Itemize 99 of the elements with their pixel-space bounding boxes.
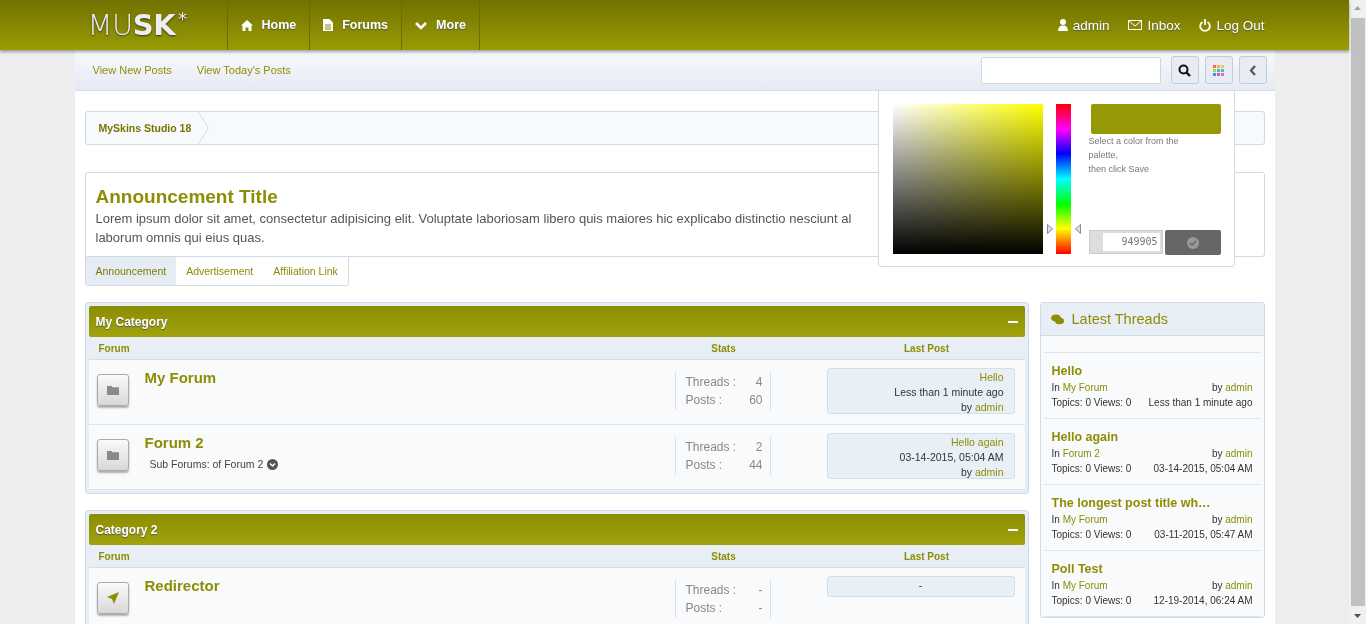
forum-link[interactable]: Forum 2 [1062,448,1100,459]
folder-icon [106,385,119,395]
logo[interactable]: MUSK$^{*}$ [74,0,227,50]
thread-time: Less than 1 minute ago [1148,396,1253,410]
in-label: In [1051,448,1060,459]
author-link[interactable]: admin [1225,448,1253,459]
user-link[interactable]: Inbox [1128,17,1181,33]
column-header: Last Post [903,550,950,562]
panel-title: Latest Threads [1071,311,1168,327]
announcement-text: Lorem ipsum dolor sit amet, consectetur adipisicing elit. Voluptate laboriosam libero quis maiores hic explicabo distinctio nesciunt al [95,210,852,228]
thread-stats: Topics: 0 Views: 0 [1051,594,1132,608]
user-icon [1057,19,1068,31]
search-button[interactable] [1170,56,1199,84]
stat-label: Threads : [685,582,738,599]
column-header: Stats [710,550,737,562]
collapse-button[interactable] [1238,56,1267,84]
stat-label: Posts : [685,392,724,409]
thread-title[interactable]: Hello again [1051,428,1253,446]
announcement-tab[interactable]: Advertisement [176,257,264,285]
thread-title[interactable]: The longest post title wh… [1051,494,1253,512]
by-label: by [1211,448,1223,459]
category-title[interactable]: My Category [95,314,168,329]
user-link[interactable]: Log Out [1199,17,1265,33]
check-circle-icon [1186,236,1199,249]
saturation-value-area[interactable] [892,104,1043,254]
author-link[interactable]: admin [974,401,1004,413]
sub-forums-text: Sub Forums: of Forum 2 [149,458,264,470]
last-post-box: - [826,576,1015,597]
in-label: In [1051,514,1060,525]
palette-button[interactable] [1204,56,1233,84]
forum-link[interactable]: My Forum [1062,580,1108,591]
search-icon [1178,63,1191,77]
sub-nav-link[interactable]: View New Posts [92,64,172,76]
forum-link[interactable]: My Forum [1062,514,1108,525]
save-button[interactable] [1164,230,1221,255]
column-header: Last Post [903,342,950,354]
author-link[interactable]: admin [974,466,1004,478]
chevron-left-icon [1248,64,1257,76]
announcement-text: laborum omnis qui eius quas. [95,229,265,247]
paper-plane-icon [106,592,119,604]
stat-value: - [757,600,763,617]
thread-stats: Topics: 0 Views: 0 [1051,528,1132,542]
thread-stats: Topics: 0 Views: 0 [1051,462,1132,476]
speech-bubbles-icon [1050,313,1064,325]
last-post-time: Less than 1 minute ago [894,385,1004,400]
sub-nav-link[interactable]: View Today's Posts [196,64,291,76]
folder-icon [106,450,119,460]
forum-link[interactable]: My Forum [1062,382,1108,393]
category-title[interactable]: Category 2 [95,522,158,537]
by-label: by [1211,382,1223,393]
author-link[interactable]: admin [1225,514,1253,525]
thread-title[interactable]: Poll Test [1051,560,1253,578]
stat-label: Posts : [685,457,724,474]
column-header: Forum [97,342,131,354]
stat-label: Posts : [685,600,724,617]
document-icon [323,19,334,31]
chevron-down-icon [415,20,428,30]
announcement-title: Announcement Title [95,185,279,209]
last-post-title[interactable]: Hello again [950,435,1004,450]
stat-value: 4 [754,374,763,391]
author-link[interactable]: admin [1225,382,1253,393]
breadcrumb-link[interactable]: MySkins Studio 18 [85,112,192,144]
hex-input-field[interactable]: 949905 [1088,230,1163,254]
color-grid-icon [1213,64,1224,76]
search-field[interactable] [980,56,1161,84]
home-icon [240,19,253,31]
hue-slider-handle[interactable] [1046,223,1081,234]
by-label: by [960,401,972,413]
picker-hint: then click Save [1088,163,1151,176]
by-label: by [1211,514,1223,525]
column-header: Forum [97,550,131,562]
stat-value: 2 [754,439,763,456]
by-label: by [960,466,972,478]
power-icon [1199,18,1212,32]
chevron-circle-icon[interactable] [267,458,279,470]
by-label: by [1211,580,1223,591]
forum-name[interactable]: Redirector [144,577,675,594]
stat-label: Threads : [685,439,738,456]
thread-title[interactable]: Hello [1051,362,1253,380]
thread-time: 03-11-2015, 05:47 AM [1154,528,1253,542]
column-header: Stats [710,342,737,354]
thread-stats: Topics: 0 Views: 0 [1051,396,1132,410]
stat-value: 44 [748,457,763,474]
announcement-tab[interactable]: Affiliation Link [263,257,348,285]
stat-label: Threads : [685,374,738,391]
in-label: In [1051,580,1060,591]
forum-name[interactable]: Forum 2 [144,434,675,451]
forum-name[interactable]: My Forum [144,369,675,386]
author-link[interactable]: admin [1225,580,1253,591]
last-post-time: 03-14-2015, 05:04 AM [899,450,1004,465]
envelope-icon [1128,20,1143,30]
in-label: In [1051,382,1060,393]
thread-time: 12-19-2014, 06:24 AM [1153,594,1253,608]
announcement-tab[interactable]: Announcement [85,257,177,285]
stat-value: - [757,582,763,599]
stat-value: 60 [748,392,763,409]
user-link[interactable]: admin [1057,17,1110,33]
thread-time: 03-14-2015, 05:04 AM [1153,462,1253,476]
last-post-title[interactable]: Hello [979,370,1004,385]
